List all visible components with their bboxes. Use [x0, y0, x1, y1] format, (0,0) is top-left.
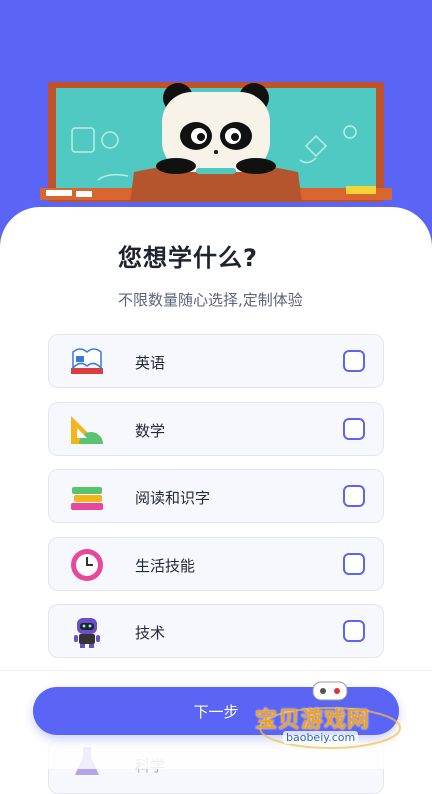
stacked-books-icon: [71, 487, 103, 510]
option-label: 阅读和识字: [135, 489, 211, 507]
page-title: 您想学什么?: [118, 244, 258, 272]
checkbox[interactable]: [343, 417, 365, 440]
checkbox[interactable]: [343, 350, 365, 372]
option-label: 数学: [135, 421, 166, 440]
option-reading-literacy[interactable]: 阅读和识字: [48, 469, 384, 523]
next-button-label: 下一步: [193, 702, 239, 721]
clock-icon: [71, 548, 103, 581]
checkbox[interactable]: [343, 552, 365, 575]
watermark-url: baobeiy.com: [283, 731, 359, 744]
option-english[interactable]: 英语: [48, 334, 384, 388]
book-icon: [71, 348, 103, 374]
interest-options-list: 英语 数学 阅读和识字 生活技能 技术: [48, 334, 384, 672]
option-label: 英语: [135, 354, 166, 372]
watermark-text: 宝贝游戏网: [255, 708, 371, 733]
ruler-protractor-icon: [71, 415, 103, 444]
option-math[interactable]: 数学: [48, 401, 384, 456]
page-subtitle: 不限数量随心选择,定制体验: [118, 291, 303, 309]
checkbox[interactable]: [343, 620, 365, 642]
checkbox[interactable]: [343, 485, 365, 507]
option-life-skills[interactable]: 生活技能: [48, 536, 384, 591]
option-technology[interactable]: 技术: [48, 604, 384, 658]
option-label: 生活技能: [135, 556, 196, 575]
chalkboard-illustration: [40, 82, 392, 202]
robot-icon: [74, 618, 100, 648]
option-label: 技术: [135, 624, 166, 642]
